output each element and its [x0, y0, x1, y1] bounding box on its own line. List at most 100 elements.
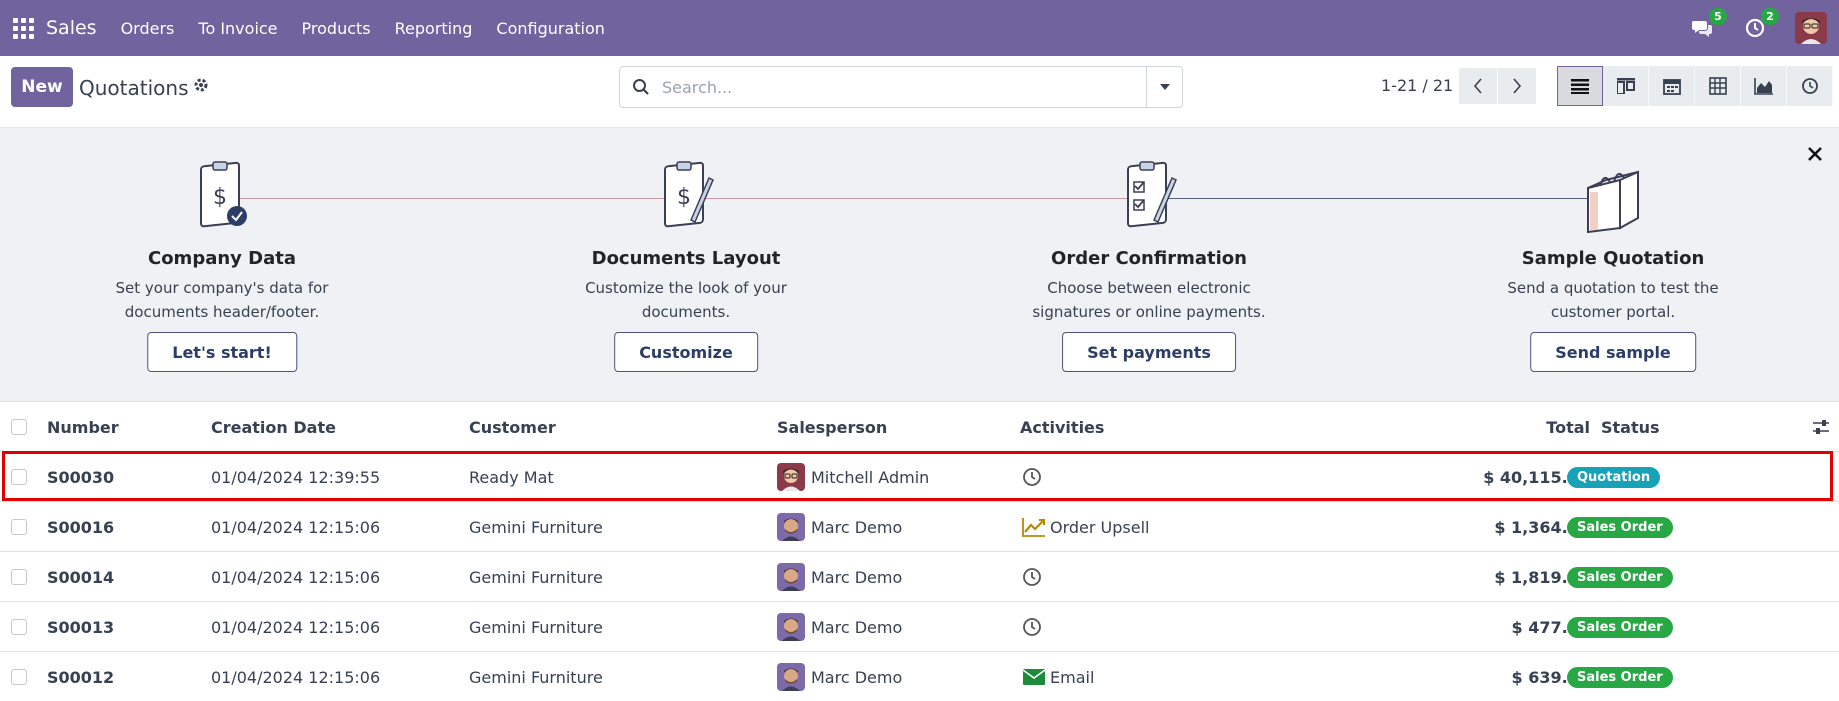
onboarding-step-description: Choose between electronic signatures or …: [1032, 279, 1266, 321]
salesperson-avatar: [777, 463, 805, 491]
clock-icon[interactable]: [1022, 467, 1042, 487]
select-all-checkbox[interactable]: [11, 402, 27, 452]
messages-icon[interactable]: 5: [1691, 8, 1727, 40]
menu-reporting[interactable]: Reporting: [383, 0, 485, 56]
onboarding-step-description: Set your company's data for documents he…: [115, 279, 329, 321]
clock-icon[interactable]: [1022, 567, 1042, 587]
table-row[interactable]: S00030 01/04/2024 12:39:55 Ready Mat Mit…: [0, 452, 1839, 502]
creation-date: 01/04/2024 12:15:06: [211, 617, 381, 637]
pivot-view-button[interactable]: [1695, 66, 1741, 106]
app-menu-icon[interactable]: [0, 0, 46, 56]
activity-cell[interactable]: Email: [1022, 652, 1094, 701]
checklist-pen-icon: [1114, 158, 1184, 238]
search-bar: [619, 66, 1183, 108]
app-brand[interactable]: Sales: [46, 17, 97, 39]
salesperson: Marc Demo: [777, 602, 902, 652]
status-badge: Sales Order: [1567, 666, 1673, 688]
pager-next-button[interactable]: [1498, 68, 1536, 104]
user-avatar[interactable]: [1795, 12, 1827, 44]
activities-clock-icon[interactable]: 2: [1743, 8, 1779, 40]
list-icon: [1571, 79, 1589, 94]
creation-date: 01/04/2024 12:15:06: [211, 567, 381, 587]
envelope-icon[interactable]: [1022, 668, 1046, 686]
new-button[interactable]: New: [11, 67, 73, 107]
top-navbar: Sales Orders To Invoice Products Reporti…: [0, 0, 1839, 56]
row-checkbox[interactable]: [11, 602, 27, 652]
creation-date: 01/04/2024 12:15:06: [211, 667, 381, 687]
table-row[interactable]: S00012 01/04/2024 12:15:06 Gemini Furnit…: [0, 652, 1839, 701]
chevron-left-icon: [1473, 78, 1482, 94]
salesperson: Marc Demo: [777, 652, 902, 701]
order-total: $ 40,115.00: [1483, 467, 1590, 487]
activity-cell[interactable]: [1022, 602, 1046, 652]
svg-text:$: $: [213, 185, 227, 210]
set-payments-button[interactable]: Set payments: [1062, 332, 1236, 372]
order-number: S00014: [47, 567, 115, 587]
document-pen-icon: $: [651, 158, 721, 238]
order-number: S00013: [47, 617, 115, 637]
pager-value[interactable]: 1-21 / 21: [1381, 76, 1453, 95]
onboarding-step-description: Send a quotation to test the customer po…: [1507, 279, 1719, 321]
status-cell: Sales Order: [1567, 552, 1673, 602]
close-icon[interactable]: [1807, 146, 1823, 166]
salesperson: Mitchell Admin: [777, 452, 929, 502]
salesperson-avatar: [777, 663, 805, 691]
column-header-total[interactable]: Total: [1420, 402, 1590, 452]
menu-products[interactable]: Products: [290, 0, 383, 56]
kanban-view-button[interactable]: [1603, 66, 1649, 106]
menu-orders[interactable]: Orders: [109, 0, 187, 56]
column-header-number[interactable]: Number: [47, 402, 119, 452]
menu-to-invoice[interactable]: To Invoice: [186, 0, 289, 56]
activity-cell[interactable]: [1022, 552, 1046, 602]
clock-icon[interactable]: [1022, 617, 1042, 637]
activities-badge: 2: [1761, 8, 1779, 25]
row-checkbox[interactable]: [11, 502, 27, 552]
onboarding-step-title: Sample Quotation: [1521, 248, 1705, 269]
column-header-salesperson[interactable]: Salesperson: [777, 402, 887, 452]
creation-date: 01/04/2024 12:39:55: [211, 467, 381, 487]
salesperson-name: Marc Demo: [811, 517, 903, 537]
gear-icon[interactable]: [193, 77, 209, 97]
column-header-activities[interactable]: Activities: [1020, 402, 1104, 452]
row-checkbox[interactable]: [11, 452, 27, 502]
table-header: Number Creation Date Customer Salesperso…: [0, 402, 1839, 452]
chevron-right-icon: [1513, 78, 1522, 94]
lets-start-button[interactable]: Let's start!: [147, 332, 297, 372]
activity-cell[interactable]: Order Upsell: [1022, 502, 1150, 552]
column-header-status[interactable]: Status: [1601, 402, 1660, 452]
salesperson-avatar: [777, 513, 805, 541]
column-header-customer[interactable]: Customer: [469, 402, 556, 452]
search-options-toggle[interactable]: [1146, 67, 1182, 107]
status-cell: Quotation: [1567, 452, 1661, 502]
onboarding-panel: $ Company Data Set your company's data f…: [0, 128, 1839, 402]
customer-name: Gemini Furniture: [469, 667, 603, 687]
optional-columns-icon[interactable]: [1812, 402, 1830, 452]
kanban-icon: [1616, 78, 1635, 94]
status-cell: Sales Order: [1567, 502, 1673, 552]
graph-view-button[interactable]: [1741, 66, 1787, 106]
table-row[interactable]: S00014 01/04/2024 12:15:06 Gemini Furnit…: [0, 552, 1839, 602]
onboarding-step-title: Company Data: [147, 248, 297, 269]
table-row[interactable]: S00013 01/04/2024 12:15:06 Gemini Furnit…: [0, 602, 1839, 652]
list-view-button[interactable]: [1557, 66, 1603, 106]
creation-date: 01/04/2024 12:15:06: [211, 517, 381, 537]
status-badge: Sales Order: [1567, 566, 1673, 588]
caret-down-icon: [1159, 84, 1170, 90]
send-sample-button[interactable]: Send sample: [1530, 332, 1696, 372]
pager-previous-button[interactable]: [1459, 68, 1497, 104]
calendar-icon: [1662, 79, 1681, 95]
svg-text:$: $: [677, 185, 691, 210]
activity-view-button[interactable]: [1787, 66, 1833, 106]
customize-button[interactable]: Customize: [614, 332, 758, 372]
upsell-chart-icon[interactable]: [1022, 517, 1046, 537]
menu-configuration[interactable]: Configuration: [484, 0, 617, 56]
onboarding-step-description: Customize the look of your documents.: [585, 279, 787, 321]
calendar-view-button[interactable]: [1649, 66, 1695, 106]
row-checkbox[interactable]: [11, 652, 27, 701]
search-input[interactable]: [662, 77, 1132, 97]
activity-cell[interactable]: [1022, 452, 1046, 502]
status-badge: Sales Order: [1567, 516, 1673, 538]
table-row[interactable]: S00016 01/04/2024 12:15:06 Gemini Furnit…: [0, 502, 1839, 552]
row-checkbox[interactable]: [11, 552, 27, 602]
column-header-creation-date[interactable]: Creation Date: [211, 402, 336, 452]
